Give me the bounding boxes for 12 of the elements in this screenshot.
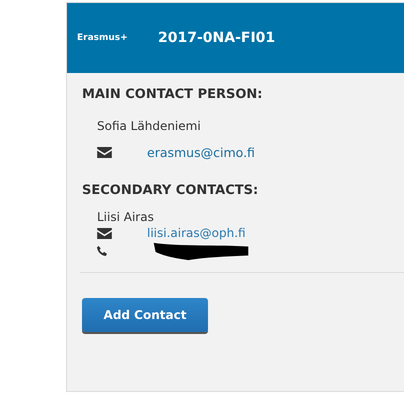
section-heading: MAIN CONTACT PERSON: bbox=[82, 87, 264, 102]
mail-icon bbox=[97, 228, 112, 238]
email-link[interactable]: erasmus@cimo.fi bbox=[147, 144, 255, 160]
mail-icon bbox=[97, 146, 112, 158]
brand-label: Erasmus+ bbox=[77, 33, 129, 43]
contact-name: Liisi Airas bbox=[97, 210, 155, 224]
add-contact-button[interactable]: Add Contact bbox=[82, 298, 208, 332]
section-heading: SECONDARY CONTACTS: bbox=[82, 183, 260, 198]
contact-name: Sofia Lähdeniemi bbox=[97, 119, 202, 133]
email-link[interactable]: liisi.airas@oph.fi bbox=[147, 226, 246, 240]
project-code: 2017-0NA-FI01 bbox=[158, 30, 276, 46]
phone-icon bbox=[97, 246, 107, 256]
